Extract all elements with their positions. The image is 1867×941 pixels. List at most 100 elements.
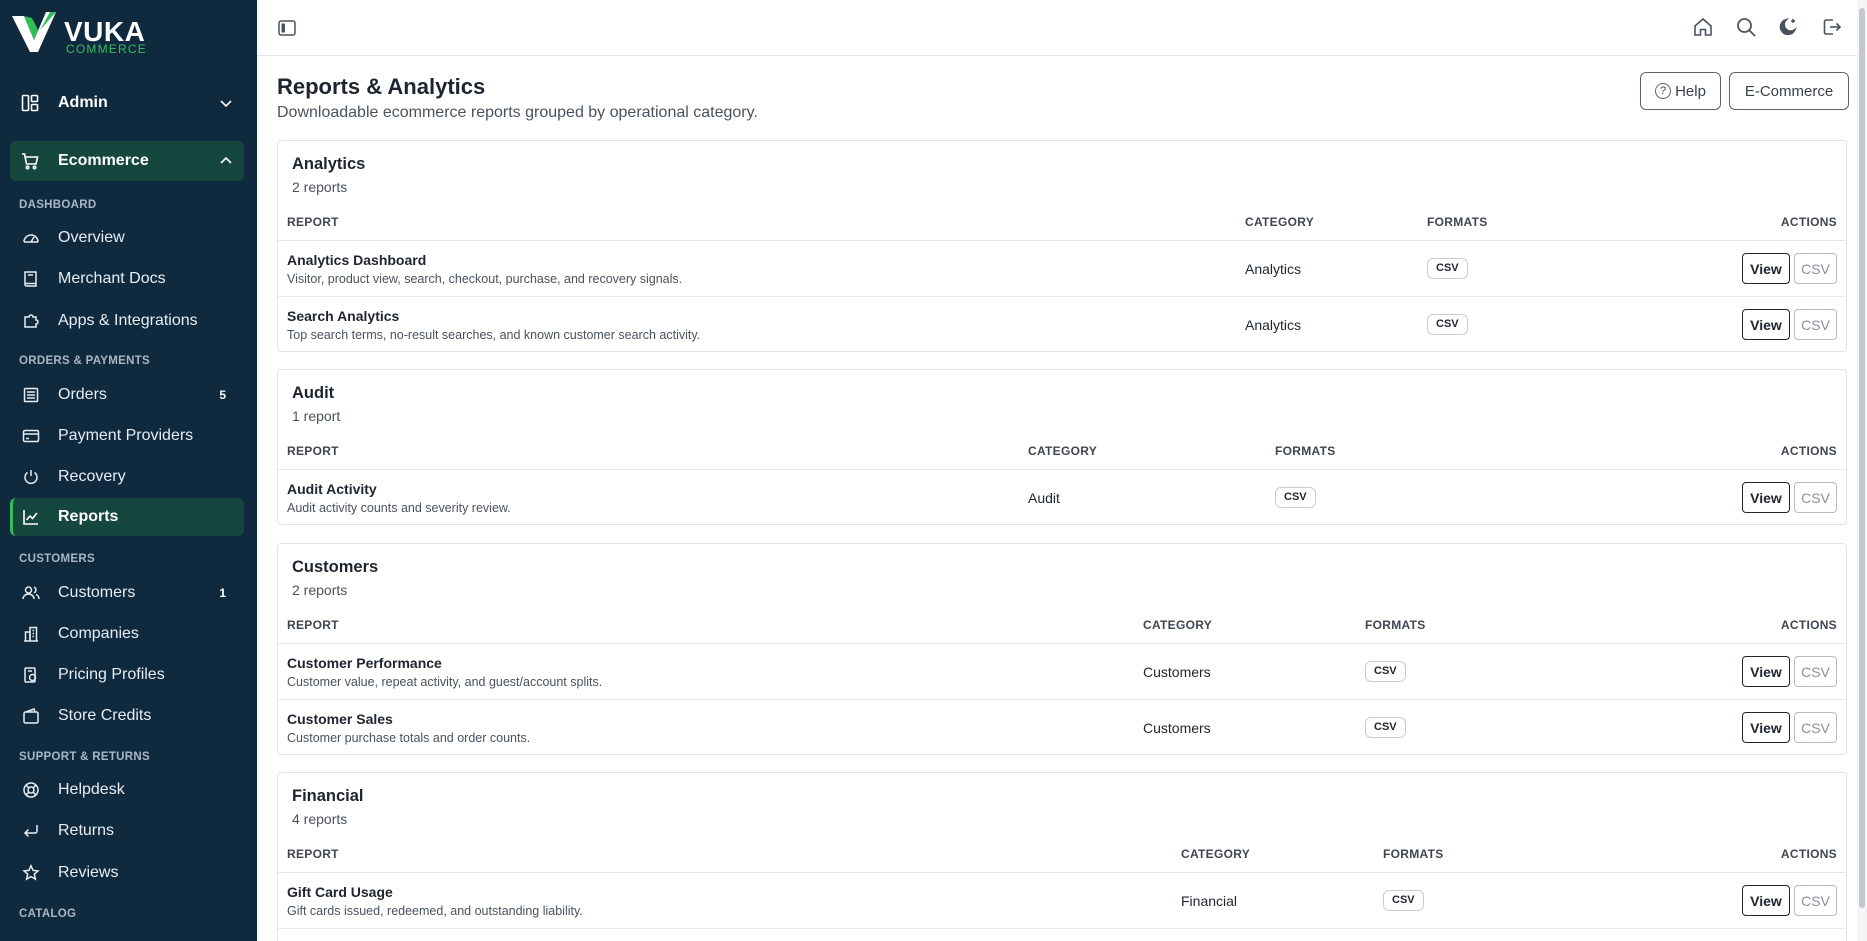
main-content: Reports & Analytics Downloadable ecommer… <box>257 56 1857 941</box>
sidebar-admin-label: Admin <box>58 94 108 111</box>
sidebar-item-pricing-profiles[interactable]: Pricing Profiles <box>10 656 244 694</box>
view-button[interactable]: View <box>1742 482 1790 513</box>
top-bar <box>257 0 1867 56</box>
brand-logo[interactable]: VUKA COMMERCE <box>10 10 210 56</box>
view-button[interactable]: View <box>1742 253 1790 284</box>
column-category: CATEGORY <box>1181 847 1251 861</box>
sidebar-admin-toggle[interactable]: Admin <box>10 83 244 123</box>
column-actions: ACTIONS <box>1780 618 1837 632</box>
wallet-icon <box>22 707 40 725</box>
view-button[interactable]: View <box>1742 309 1790 340</box>
report-group-financial: Financial 4 reports REPORT CATEGORY FORM… <box>277 772 1847 941</box>
section-label-dashboard: DASHBOARD <box>19 199 97 211</box>
format-badge: CSV <box>1383 890 1424 911</box>
csv-download-button[interactable]: CSV <box>1794 253 1837 284</box>
report-description: Customer value, repeat activity, and gue… <box>287 675 603 689</box>
sidebar-item-label: Helpdesk <box>58 781 125 798</box>
report-description: Audit activity counts and severity revie… <box>287 501 511 515</box>
sidebar: VUKA COMMERCE Admin Ecommerce DASHBOARD … <box>0 0 257 941</box>
page-title: Reports & Analytics <box>277 74 486 99</box>
ecommerce-button[interactable]: E-Commerce <box>1729 72 1849 110</box>
column-category: CATEGORY <box>1028 444 1098 458</box>
page-scrollbar[interactable] <box>1857 0 1867 941</box>
sidebar-item-reports[interactable]: Reports <box>10 498 244 536</box>
help-button[interactable]: ? Help <box>1640 72 1721 110</box>
csv-download-button[interactable]: CSV <box>1794 885 1837 916</box>
sidebar-item-label: Payment Providers <box>58 427 194 444</box>
sidebar-item-orders[interactable]: Orders 5 <box>10 376 244 414</box>
home-icon[interactable] <box>1692 16 1714 38</box>
vuka-logo-icon <box>12 12 56 52</box>
sidebar-item-returns[interactable]: Returns <box>10 812 244 850</box>
report-category: Customers <box>1143 720 1211 736</box>
sidebar-item-store-credits[interactable]: Store Credits <box>10 697 244 735</box>
report-name: Gift Card Usage <box>287 884 393 900</box>
sidebar-item-overview[interactable]: Overview <box>10 219 244 257</box>
sidebar-ecommerce-toggle[interactable]: Ecommerce <box>10 141 244 181</box>
group-title: Analytics <box>292 155 366 173</box>
sidebar-item-label: Orders <box>58 386 107 403</box>
scrollbar-thumb[interactable] <box>1859 8 1865 908</box>
sidebar-item-customers[interactable]: Customers 1 <box>10 574 244 612</box>
report-name: Analytics Dashboard <box>287 252 427 268</box>
question-circle-icon: ? <box>1655 83 1672 99</box>
group-count: 1 report <box>292 408 341 424</box>
csv-download-button[interactable]: CSV <box>1794 656 1837 687</box>
report-category: Financial <box>1181 893 1238 909</box>
report-category: Audit <box>1028 490 1060 506</box>
column-formats: FORMATS <box>1427 215 1488 229</box>
csv-download-button[interactable]: CSV <box>1794 309 1837 340</box>
report-category: Analytics <box>1245 261 1302 277</box>
view-button[interactable]: View <box>1742 656 1790 687</box>
sidebar-item-recovery[interactable]: Recovery <box>10 458 244 496</box>
sidebar-item-label: Recovery <box>58 468 126 485</box>
column-report: REPORT <box>287 847 339 861</box>
report-group-analytics: Analytics 2 reports REPORT CATEGORY FORM… <box>277 140 1847 352</box>
csv-download-button[interactable]: CSV <box>1794 712 1837 743</box>
sidebar-item-merchant-docs[interactable]: Merchant Docs <box>10 260 244 298</box>
sidebar-toggle-icon[interactable] <box>277 18 297 38</box>
group-title: Financial <box>292 787 364 805</box>
theme-moon-icon[interactable] <box>1778 16 1800 38</box>
group-count: 2 reports <box>292 582 348 598</box>
table-row: Customer Performance Customer value, rep… <box>278 644 1846 700</box>
view-button[interactable]: View <box>1742 885 1790 916</box>
sidebar-ecommerce-label: Ecommerce <box>58 152 149 169</box>
format-badge: CSV <box>1427 314 1468 335</box>
csv-download-button[interactable]: CSV <box>1794 482 1837 513</box>
report-group-audit: Audit 1 report REPORT CATEGORY FORMATS A… <box>277 369 1847 525</box>
sidebar-item-apps-integrations[interactable]: Apps & Integrations <box>10 302 244 340</box>
column-formats: FORMATS <box>1275 444 1336 458</box>
search-icon[interactable] <box>1735 16 1757 38</box>
sidebar-item-helpdesk[interactable]: Helpdesk <box>10 771 244 809</box>
view-button[interactable]: View <box>1742 712 1790 743</box>
sidebar-item-label: Returns <box>58 822 115 839</box>
logout-icon[interactable] <box>1821 16 1843 38</box>
sidebar-item-payment-providers[interactable]: Payment Providers <box>10 417 244 455</box>
column-category: CATEGORY <box>1143 618 1213 632</box>
column-formats: FORMATS <box>1365 618 1426 632</box>
report-category: Customers <box>1143 664 1211 680</box>
group-count: 4 reports <box>292 811 348 827</box>
report-name: Search Analytics <box>287 308 400 324</box>
gauge-icon <box>22 229 40 247</box>
group-count: 2 reports <box>292 179 348 195</box>
sidebar-item-companies[interactable]: Companies <box>10 615 244 653</box>
chevron-down-icon <box>220 100 232 108</box>
report-description: Gift cards issued, redeemed, and outstan… <box>287 904 583 918</box>
column-actions: ACTIONS <box>1780 215 1837 229</box>
lifebuoy-icon <box>22 781 40 799</box>
column-report: REPORT <box>287 618 339 632</box>
column-actions: ACTIONS <box>1780 444 1837 458</box>
group-title: Audit <box>292 384 335 402</box>
format-badge: CSV <box>1275 487 1316 508</box>
sidebar-item-label: Apps & Integrations <box>58 312 198 329</box>
sidebar-item-label: Pricing Profiles <box>58 666 165 683</box>
report-description: Customer purchase totals and order count… <box>287 731 531 745</box>
sidebar-item-label: Customers <box>58 584 136 601</box>
sidebar-item-reviews[interactable]: Reviews <box>10 854 244 892</box>
format-badge: CSV <box>1365 661 1406 682</box>
sidebar-item-label: Reports <box>58 508 119 525</box>
price-tag-icon <box>22 666 40 684</box>
format-badge: CSV <box>1365 717 1406 738</box>
